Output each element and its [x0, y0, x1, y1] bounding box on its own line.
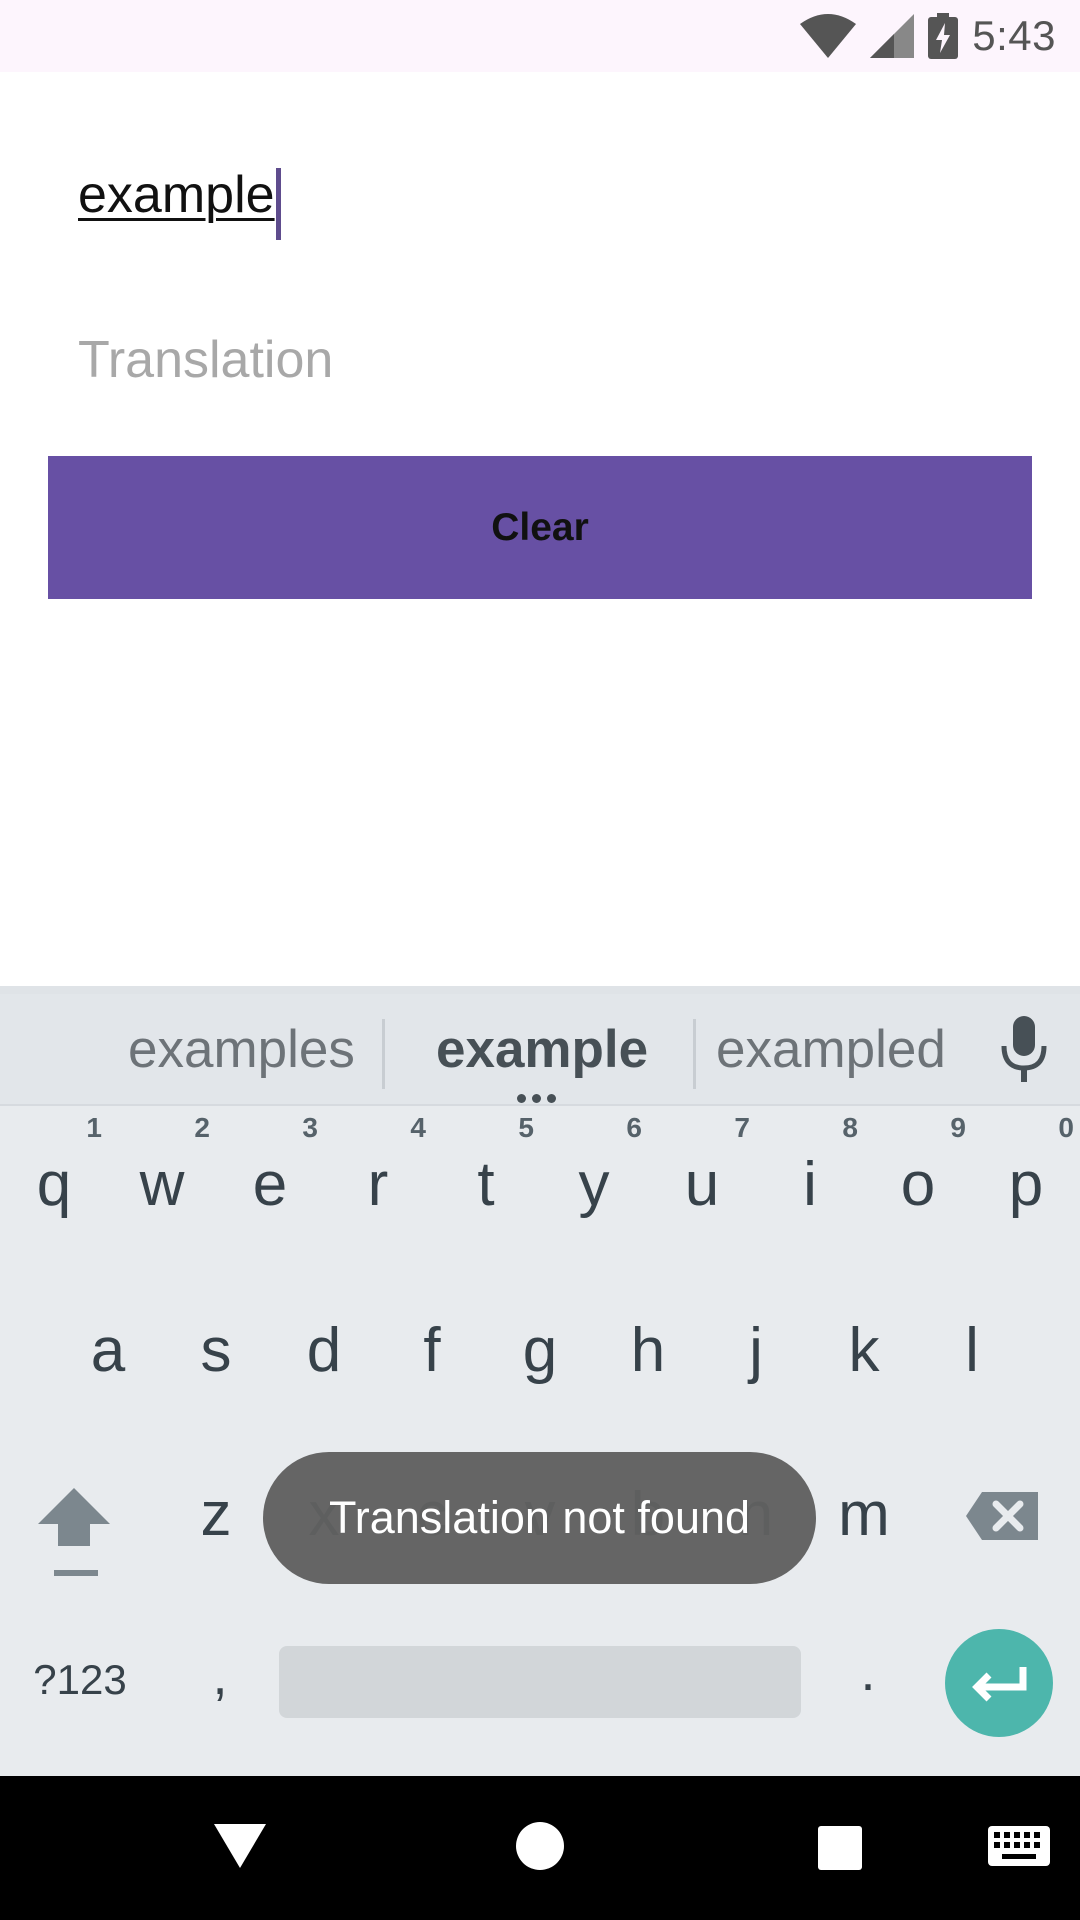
key-t[interactable]: t5: [432, 1112, 540, 1242]
key-label: u: [684, 1150, 720, 1219]
key-d[interactable]: d: [270, 1278, 378, 1408]
key-number-hint: 7: [734, 1112, 750, 1143]
microphone-icon[interactable]: [1000, 1016, 1048, 1084]
key-number-hint: 4: [410, 1112, 426, 1143]
key-number-hint: 9: [950, 1112, 966, 1143]
key-label: w: [139, 1150, 185, 1219]
symbols-key[interactable]: ?123: [20, 1640, 140, 1720]
key-label: y: [578, 1150, 610, 1219]
translation-field[interactable]: Translation: [78, 320, 998, 400]
key-label: k: [848, 1316, 880, 1385]
key-label: a: [90, 1316, 126, 1385]
toast-message: Translation not found: [263, 1452, 816, 1584]
more-suggestions-icon[interactable]: [517, 1094, 563, 1104]
suggestion-center[interactable]: example: [436, 994, 648, 1106]
cell-signal-icon: [870, 14, 915, 58]
backspace-icon[interactable]: [962, 1480, 1042, 1550]
key-label: j: [749, 1316, 763, 1385]
back-icon[interactable]: [212, 1818, 268, 1874]
key-number-hint: 2: [194, 1112, 210, 1143]
key-r[interactable]: r4: [324, 1112, 432, 1242]
key-j[interactable]: j: [702, 1278, 810, 1408]
comma-key[interactable]: ,: [190, 1636, 250, 1716]
key-m[interactable]: m: [810, 1442, 918, 1572]
word-input-value: example: [78, 166, 275, 224]
key-k[interactable]: k: [810, 1278, 918, 1408]
enter-arrow-icon: [972, 1667, 1027, 1702]
key-s[interactable]: s: [162, 1278, 270, 1408]
text-caret: [275, 167, 281, 240]
key-label: t: [477, 1150, 495, 1219]
toast-text: Translation not found: [328, 1492, 751, 1543]
key-y[interactable]: y6: [540, 1112, 648, 1242]
recents-icon[interactable]: [818, 1826, 862, 1870]
key-w[interactable]: w2: [108, 1112, 216, 1242]
word-input[interactable]: example: [78, 150, 998, 240]
key-number-hint: 5: [518, 1112, 534, 1143]
key-label: r: [367, 1150, 389, 1219]
status-bar: 5:43: [0, 0, 1080, 72]
key-z[interactable]: z: [162, 1442, 270, 1572]
status-time: 5:43: [972, 12, 1056, 59]
keyboard-top-border: [0, 986, 1080, 994]
key-e[interactable]: e3: [216, 1112, 324, 1242]
suggestion-divider: [382, 1019, 385, 1089]
key-a[interactable]: a: [54, 1278, 162, 1408]
key-label: s: [200, 1316, 232, 1385]
key-label: l: [965, 1316, 979, 1385]
key-label: h: [630, 1316, 666, 1385]
key-g[interactable]: g: [486, 1278, 594, 1408]
suggestion-divider: [693, 1019, 696, 1089]
space-key[interactable]: [279, 1646, 801, 1718]
suggestion-bar: examples example exampled: [0, 994, 1080, 1106]
key-i[interactable]: i8: [756, 1112, 864, 1242]
battery-charging-icon: [928, 13, 959, 59]
shift-key-icon[interactable]: [26, 1466, 122, 1586]
key-label: m: [838, 1480, 890, 1549]
navigation-bar: [0, 1776, 1080, 1920]
key-f[interactable]: f: [378, 1278, 486, 1408]
key-label: q: [36, 1150, 72, 1219]
key-label: o: [900, 1150, 936, 1219]
keyboard-switch-icon[interactable]: [988, 1826, 1050, 1870]
key-number-hint: 3: [302, 1112, 318, 1143]
key-number-hint: 6: [626, 1112, 642, 1143]
clear-button[interactable]: Clear: [48, 456, 1032, 599]
wifi-icon: [800, 14, 857, 58]
translation-placeholder: Translation: [78, 331, 334, 389]
period-key[interactable]: .: [838, 1632, 898, 1712]
key-number-hint: 0: [1058, 1112, 1074, 1143]
key-label: f: [423, 1316, 441, 1385]
key-number-hint: 1: [86, 1112, 102, 1143]
suggestion-right[interactable]: exampled: [716, 994, 946, 1106]
key-label: g: [522, 1316, 558, 1385]
key-label: d: [306, 1316, 342, 1385]
key-label: e: [252, 1150, 288, 1219]
home-icon[interactable]: [516, 1822, 564, 1870]
key-number-hint: 8: [842, 1112, 858, 1143]
key-q[interactable]: q1: [0, 1112, 108, 1242]
key-label: z: [200, 1480, 232, 1549]
key-p[interactable]: p0: [972, 1112, 1080, 1242]
enter-key[interactable]: [945, 1629, 1053, 1737]
suggestion-left[interactable]: examples: [128, 994, 355, 1106]
key-h[interactable]: h: [594, 1278, 702, 1408]
key-o[interactable]: o9: [864, 1112, 972, 1242]
key-label: i: [803, 1150, 817, 1219]
key-l[interactable]: l: [918, 1278, 1026, 1408]
key-u[interactable]: u7: [648, 1112, 756, 1242]
key-label: p: [1008, 1150, 1044, 1219]
